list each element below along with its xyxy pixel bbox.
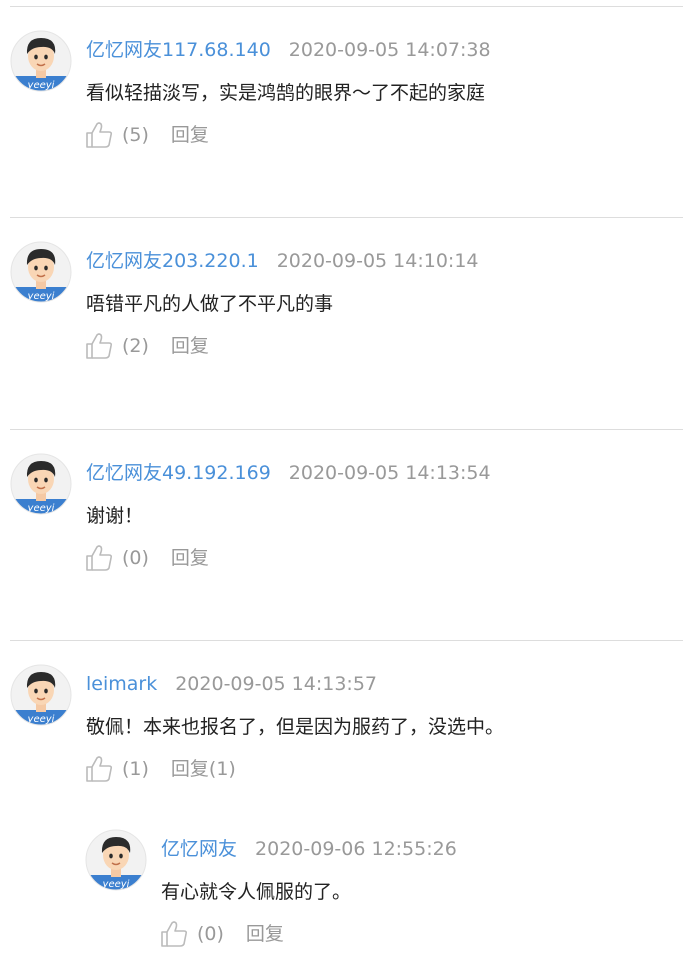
comment-meta: 亿忆网友203.220.1 2020-09-05 14:10:14	[86, 249, 479, 273]
comment-username[interactable]: 亿忆网友117.68.140	[86, 39, 271, 61]
user-avatar[interactable]: yeeyi	[10, 453, 72, 515]
comment-divider	[10, 640, 683, 641]
reply-item: yeeyi 亿忆网友 2020-09-06 12:55:26 有心就令人佩服的了。…	[85, 829, 683, 969]
reply-text: 有心就令人佩服的了。	[161, 881, 352, 903]
comment-username[interactable]: leimark	[86, 673, 157, 695]
reply-timestamp: 2020-09-06 12:55:26	[255, 838, 457, 860]
comment-timestamp: 2020-09-05 14:07:38	[288, 39, 491, 61]
comment-divider	[10, 429, 683, 430]
comment-meta: 亿忆网友117.68.140 2020-09-05 14:07:38	[86, 38, 491, 62]
thumbs-up-icon	[84, 754, 114, 784]
comment-item: yeeyi 亿忆网友117.68.140 2020-09-05 14:07:38 …	[10, 30, 683, 180]
comment-text: 敬佩！本来也报名了，但是因为服药了，没选中。	[86, 716, 505, 738]
like-count: (0)	[197, 923, 224, 945]
comment-actions: (2) 回复	[84, 331, 209, 361]
like-count: (2)	[122, 335, 149, 357]
reply-meta: 亿忆网友 2020-09-06 12:55:26	[161, 837, 457, 861]
comment-timestamp: 2020-09-05 14:13:54	[288, 462, 491, 484]
comment-meta: 亿忆网友49.192.169 2020-09-05 14:13:54	[86, 461, 491, 485]
comment-timestamp: 2020-09-05 14:10:14	[276, 250, 479, 272]
comment-actions: (5) 回复	[84, 120, 209, 150]
comment-text: 看似轻描淡写，实是鸿鹄的眼界～了不起的家庭	[86, 82, 486, 104]
comment-actions: (0) 回复	[84, 543, 209, 573]
thumbs-up-icon	[84, 331, 114, 361]
reply-username[interactable]: 亿忆网友	[161, 838, 237, 860]
like-button[interactable]: (2)	[84, 331, 149, 361]
comment-meta: leimark 2020-09-05 14:13:57	[86, 672, 377, 696]
like-button[interactable]: (5)	[84, 120, 149, 150]
user-avatar[interactable]: yeeyi	[10, 30, 72, 92]
like-button[interactable]: (1)	[84, 754, 149, 784]
comment-text: 谢谢！	[86, 505, 144, 527]
comment-text: 唔错平凡的人做了不平凡的事	[86, 293, 334, 315]
comment-divider	[10, 6, 683, 7]
like-count: (5)	[122, 124, 149, 146]
like-button[interactable]: (0)	[159, 919, 224, 949]
thumbs-up-icon	[84, 543, 114, 573]
comment-divider	[10, 217, 683, 218]
comment-actions: (1) 回复(1)	[84, 754, 236, 784]
comment-username[interactable]: 亿忆网友49.192.169	[86, 462, 271, 484]
comment-item: yeeyi 亿忆网友49.192.169 2020-09-05 14:13:54 …	[10, 453, 683, 603]
user-avatar[interactable]: yeeyi	[85, 829, 147, 891]
reply-actions: (0) 回复	[159, 919, 284, 949]
thumbs-up-icon	[159, 919, 189, 949]
comment-item: yeeyi leimark 2020-09-05 14:13:57 敬佩！本来也报…	[10, 664, 683, 814]
reply-button[interactable]: 回复(1)	[171, 754, 236, 784]
thumbs-up-icon	[84, 120, 114, 150]
like-count: (0)	[122, 547, 149, 569]
user-avatar[interactable]: yeeyi	[10, 664, 72, 726]
like-button[interactable]: (0)	[84, 543, 149, 573]
like-count: (1)	[122, 758, 149, 780]
reply-button[interactable]: 回复	[171, 120, 209, 150]
reply-button[interactable]: 回复	[246, 919, 284, 949]
comment-username[interactable]: 亿忆网友203.220.1	[86, 250, 259, 272]
comment-item: yeeyi 亿忆网友203.220.1 2020-09-05 14:10:14 唔…	[10, 241, 683, 391]
comment-timestamp: 2020-09-05 14:13:57	[175, 673, 378, 695]
user-avatar[interactable]: yeeyi	[10, 241, 72, 303]
reply-button[interactable]: 回复	[171, 543, 209, 573]
reply-button[interactable]: 回复	[171, 331, 209, 361]
